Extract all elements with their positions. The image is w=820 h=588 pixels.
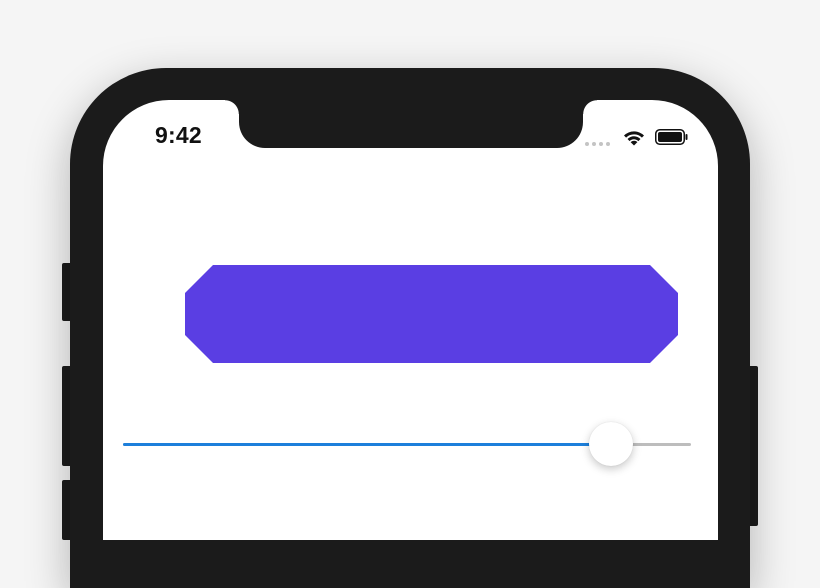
battery-icon bbox=[655, 129, 688, 145]
wifi-icon bbox=[624, 131, 644, 146]
slider-fill bbox=[123, 443, 612, 446]
phone-screen: 9:42 bbox=[103, 100, 718, 540]
octagon-banner bbox=[185, 265, 678, 363]
cellular-signal-icon bbox=[585, 142, 610, 146]
slider-thumb[interactable] bbox=[589, 422, 634, 466]
status-time: 9:42 bbox=[155, 122, 202, 148]
notch bbox=[225, 100, 597, 148]
slider[interactable] bbox=[123, 420, 691, 470]
